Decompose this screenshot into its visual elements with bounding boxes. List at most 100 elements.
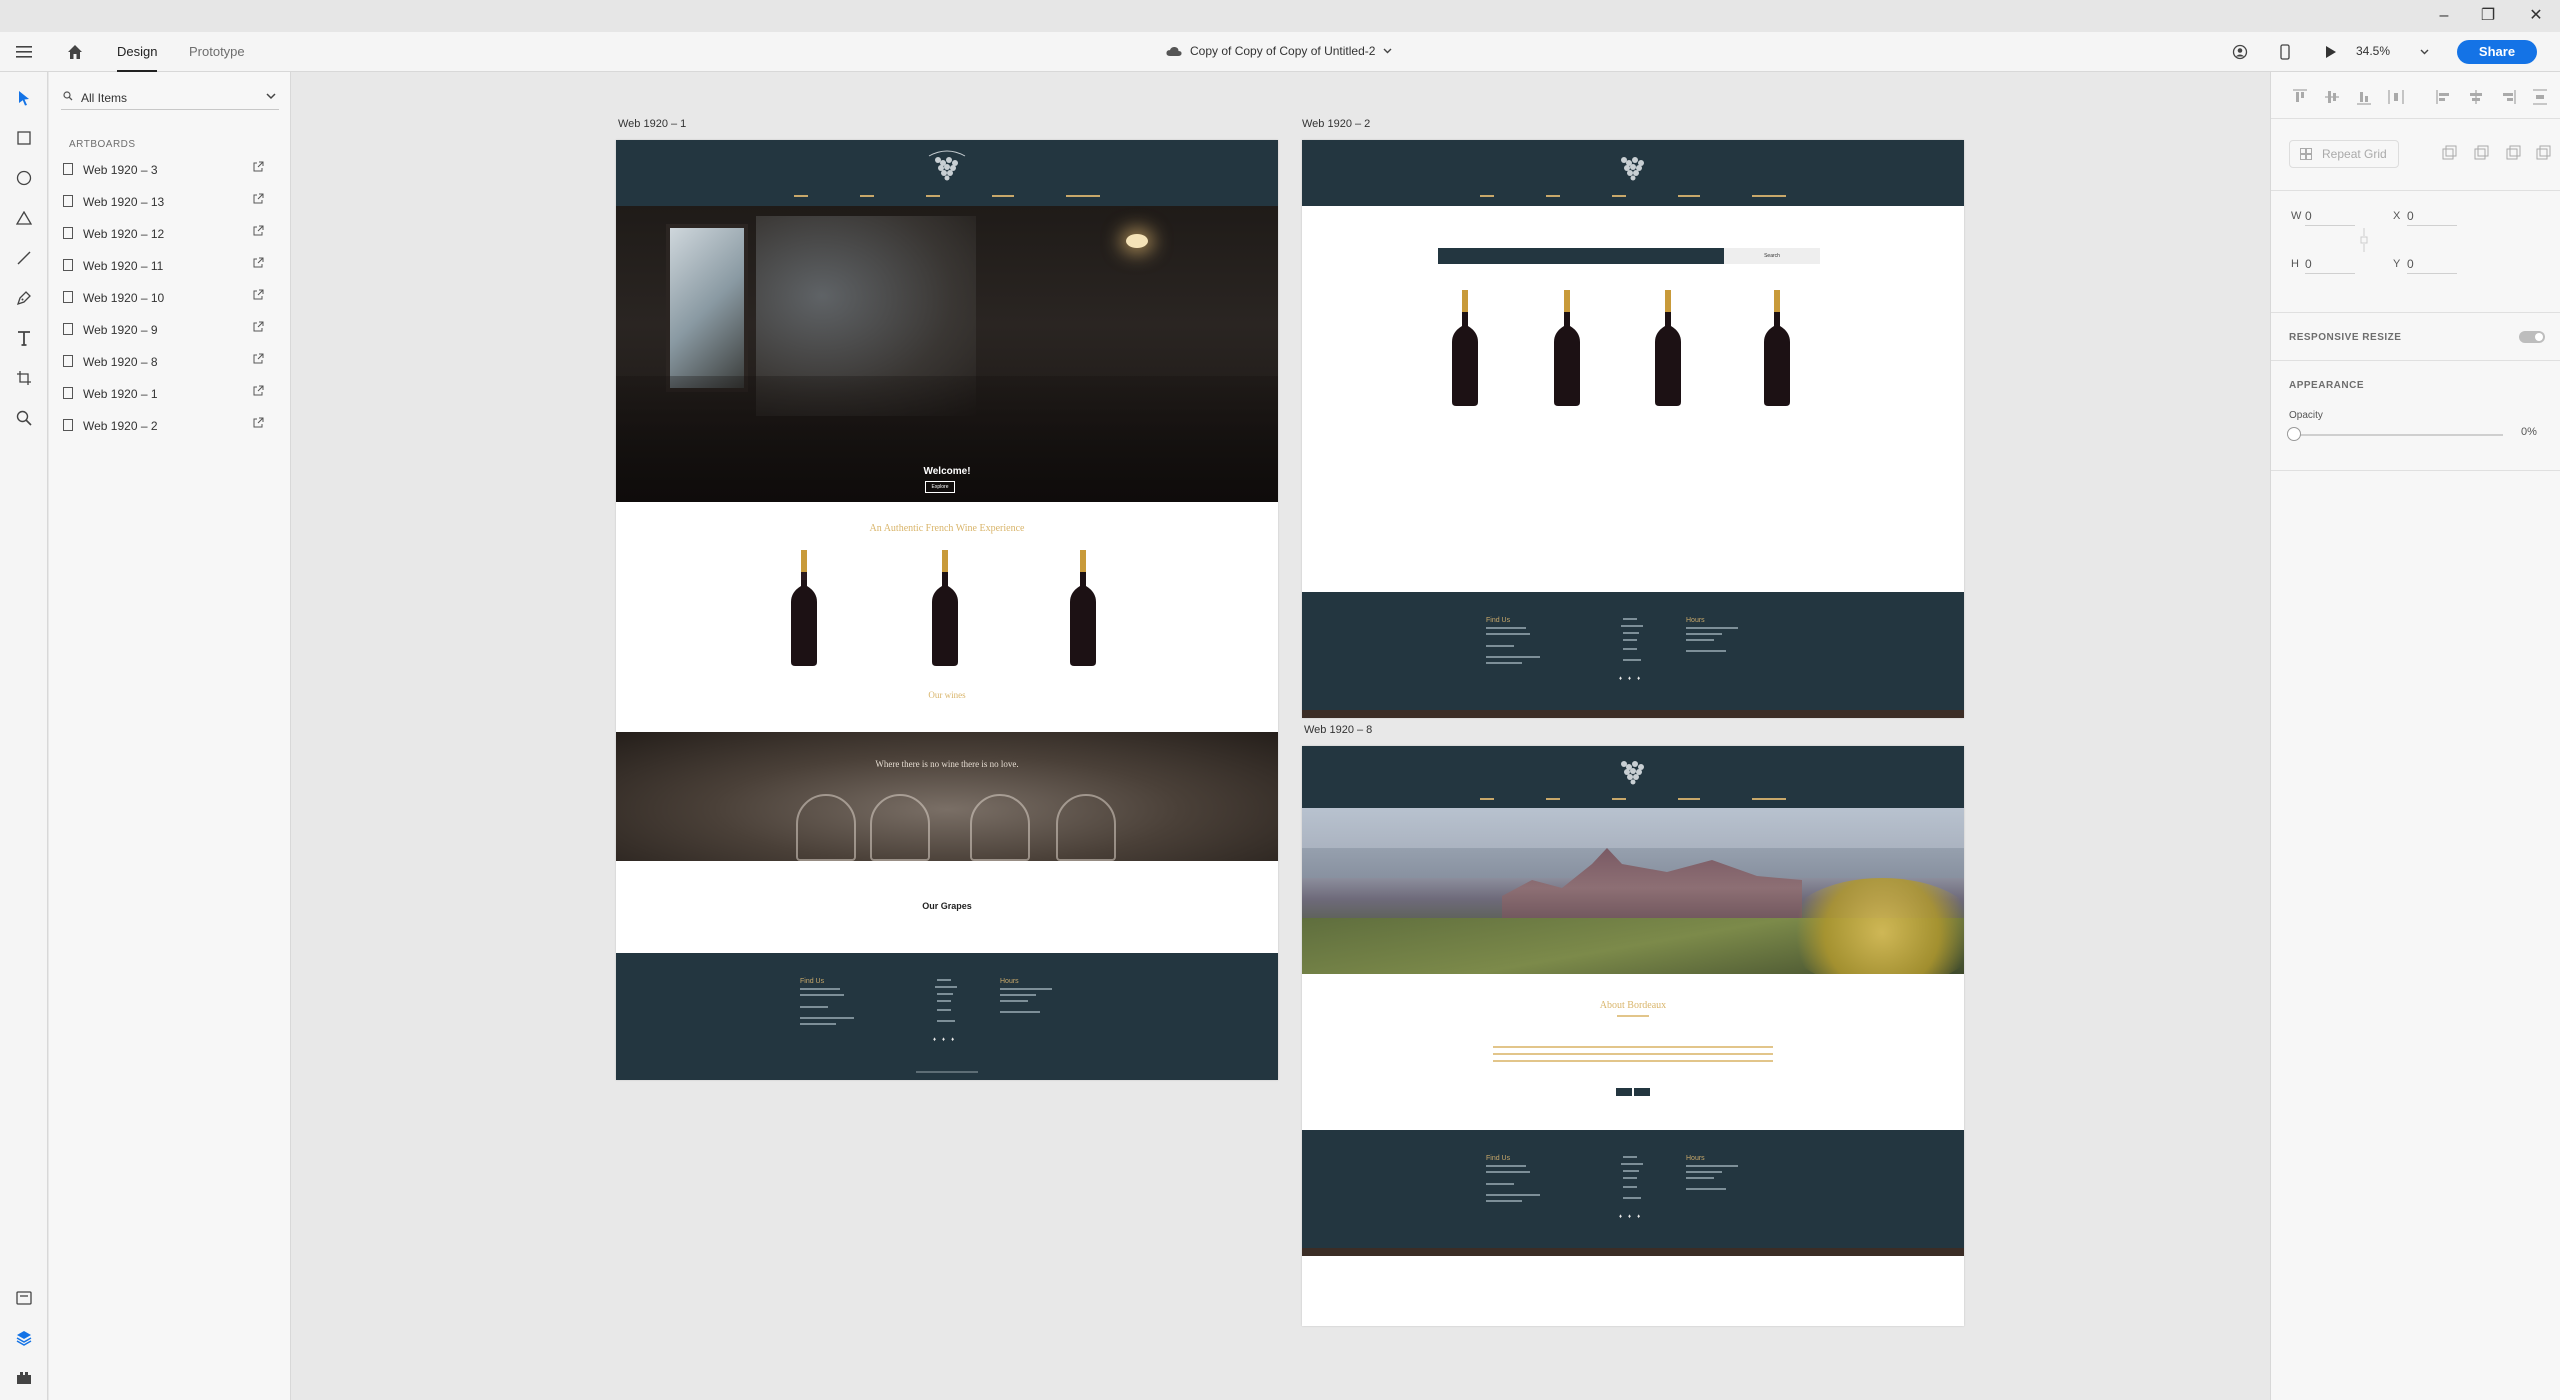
minimize-button[interactable]: – [2424,4,2464,28]
layer-item-artboard[interactable]: Web 1920 – 3 [61,160,271,180]
hamburger-menu-icon[interactable] [12,40,36,64]
plugins-panel-icon[interactable] [12,1366,36,1390]
mobile-preview-icon[interactable] [2273,40,2297,64]
pen-tool-icon[interactable] [12,286,36,310]
wine-bottle-image [1452,290,1478,406]
open-external-icon[interactable] [253,353,264,367]
zoom-tool-icon[interactable] [12,406,36,430]
nav-link [992,195,1014,197]
zoom-chevron-down-icon[interactable] [2412,40,2436,64]
copy-icon[interactable] [2441,144,2459,162]
open-external-icon[interactable] [253,193,264,207]
boolean-subtract-icon[interactable] [2473,144,2491,162]
appearance-section-title: APPEARANCE [2289,380,2365,391]
design-canvas[interactable]: Web 1920 – 1 Welcome! Explore An Authent… [292,72,2269,1400]
artboard-tool-icon[interactable] [12,366,36,390]
responsive-resize-toggle[interactable] [2519,331,2545,343]
layer-item-artboard[interactable]: Web 1920 – 12 [61,224,271,244]
align-right-icon[interactable] [2499,88,2517,106]
artboard-web-1920-2[interactable]: Search Find Us Hours ♦♦♦ [1302,140,1964,718]
vine-logo-icon [928,150,966,181]
open-external-icon[interactable] [253,321,264,335]
grapes-heading: Our Grapes [922,901,972,911]
distribute-vertical-icon[interactable] [2531,88,2549,106]
rectangle-tool-icon[interactable] [12,126,36,150]
open-external-icon[interactable] [253,161,264,175]
artboard-icon [63,355,73,367]
footer-bottom-bar [1302,710,1964,718]
assets-panel-icon[interactable] [12,1286,36,1310]
document-title[interactable]: Copy of Copy of Copy of Untitled-2 [1166,44,1392,58]
repeat-grid-button[interactable]: Repeat Grid [2289,140,2399,168]
play-preview-icon[interactable] [2319,40,2343,64]
share-button[interactable]: Share [2457,40,2537,64]
layer-item-artboard[interactable]: Web 1920 – 13 [61,192,271,212]
footer-hours: Hours [1686,1155,1705,1162]
footer-hours: Hours [1000,978,1019,985]
layer-item-artboard[interactable]: Web 1920 – 8 [61,352,271,372]
open-external-icon[interactable] [253,385,264,399]
layer-item-artboard[interactable]: Web 1920 – 11 [61,256,271,276]
width-input[interactable]: 0 [2305,209,2355,226]
opacity-value[interactable]: 0% [2521,426,2537,438]
x-input[interactable]: 0 [2407,209,2457,226]
align-bottom-icon[interactable] [2355,88,2373,106]
layers-panel-icon[interactable] [12,1326,36,1350]
about-paragraph-line [1493,1060,1773,1062]
responsive-resize-label: RESPONSIVE RESIZE [2289,332,2402,343]
about-title: About Bordeaux [1599,1000,1667,1011]
align-top-icon[interactable] [2291,88,2309,106]
open-external-icon[interactable] [253,257,264,271]
repeat-grid-label: Repeat Grid [2322,147,2387,161]
wine-bottle-image [1070,550,1096,666]
document-title-text: Copy of Copy of Copy of Untitled-2 [1190,44,1376,58]
artboard-label[interactable]: Web 1920 – 1 [618,118,686,130]
explore-button: Explore [925,481,955,493]
align-left-icon[interactable] [2435,88,2453,106]
artboard-label[interactable]: Web 1920 – 2 [1302,118,1370,130]
user-account-icon[interactable] [2228,40,2252,64]
layer-item-artboard[interactable]: Web 1920 – 2 [61,416,271,436]
polygon-tool-icon[interactable] [12,206,36,230]
boolean-exclude-icon[interactable] [2535,144,2553,162]
tab-prototype[interactable]: Prototype [189,44,245,59]
align-middle-icon[interactable] [2323,88,2341,106]
height-input[interactable]: 0 [2305,257,2355,274]
artboard-web-1920-1[interactable]: Welcome! Explore An Authentic French Win… [616,140,1278,1080]
artboard-icon [63,323,73,335]
open-external-icon[interactable] [253,225,264,239]
ellipse-tool-icon[interactable] [12,166,36,190]
layer-item-artboard[interactable]: Web 1920 – 1 [61,384,271,404]
site-footer: Find Us Hours ♦♦♦ [1302,1130,1964,1256]
opacity-slider-handle[interactable] [2287,427,2301,441]
opacity-slider[interactable] [2291,434,2503,436]
layer-item-artboard[interactable]: Web 1920 – 9 [61,320,271,340]
tab-design[interactable]: Design [117,44,158,72]
hero-image-restaurant: Welcome! Explore [616,206,1278,502]
y-input[interactable]: 0 [2407,257,2457,274]
open-external-icon[interactable] [253,417,264,431]
glass [796,794,856,861]
text-tool-icon[interactable] [12,326,36,350]
close-window-button[interactable]: ✕ [2516,4,2556,28]
layers-filter[interactable]: All Items [61,88,279,110]
align-center-icon[interactable] [2467,88,2485,106]
site-navbar [1302,746,1964,808]
zoom-level[interactable]: 34.5% [2356,44,2390,58]
search-icon [63,91,73,101]
glass [1056,794,1116,861]
line-tool-icon[interactable] [12,246,36,270]
boolean-intersect-icon[interactable] [2505,144,2523,162]
select-arrow-icon[interactable] [12,86,36,110]
restore-button[interactable]: ❐ [2468,4,2508,28]
lock-aspect-icon[interactable] [2360,226,2368,254]
artboard-web-1920-8[interactable]: About Bordeaux Find Us Hours ♦♦♦ [1302,746,1964,1326]
artboard-label[interactable]: Web 1920 – 8 [1304,724,1372,736]
layer-item-artboard[interactable]: Web 1920 – 10 [61,288,271,308]
wine-bottle-image [1554,290,1580,406]
distribute-horizontal-icon[interactable] [2387,88,2405,106]
vine-logo-icon [1621,157,1644,181]
open-external-icon[interactable] [253,289,264,303]
artboard-icon [63,163,73,175]
home-icon[interactable] [63,40,87,64]
